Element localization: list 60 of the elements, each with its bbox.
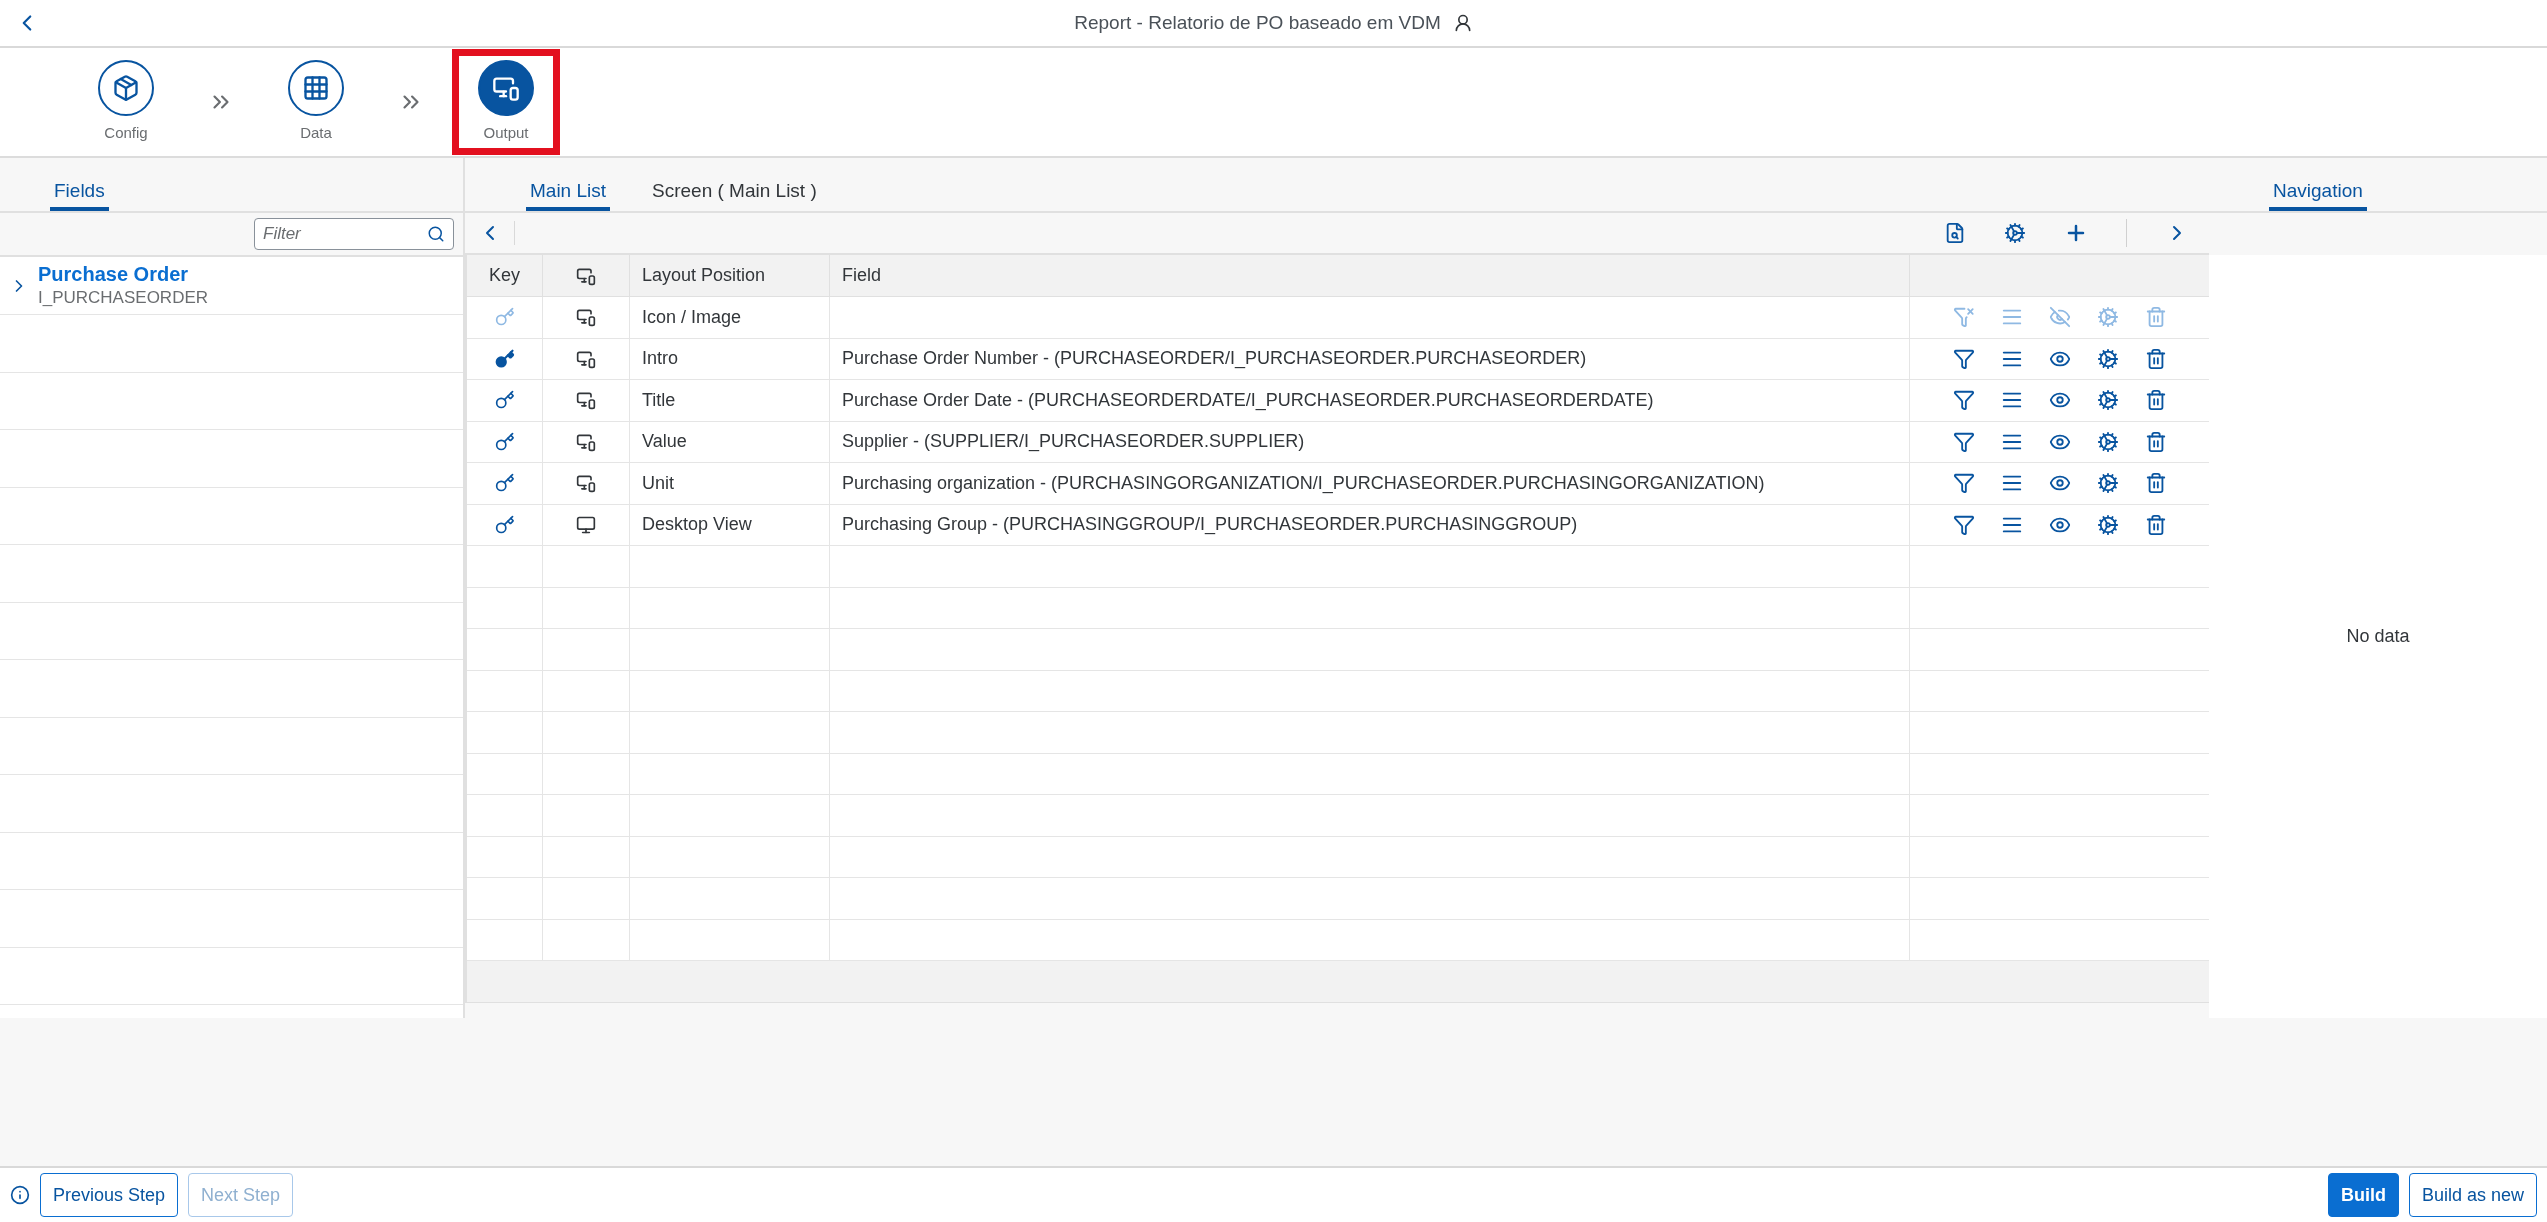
settings-icon[interactable] bbox=[2096, 513, 2119, 536]
table-cell-text: Purchase Order Date - (PURCHASEORDERDATE/I_PURCHASEORDER.PURCHASEORDERDATE) bbox=[842, 388, 1654, 413]
footer-button[interactable]: Build bbox=[2327, 1173, 2399, 1217]
tab[interactable]: Navigation bbox=[2269, 174, 2367, 211]
table-row[interactable]: Title Purchase Order Date - (PURCHASEORDERDATE/I_PURCHASEORDER.PURCHASEORDERDATE) bbox=[467, 380, 2209, 422]
key-icon[interactable] bbox=[494, 348, 515, 369]
tab[interactable]: Screen ( Main List ) bbox=[648, 175, 821, 211]
tab[interactable]: Main List bbox=[526, 175, 611, 211]
filter-icon[interactable] bbox=[1952, 389, 1975, 412]
table-cell-text: Supplier - (SUPPLIER/I_PURCHASEORDER.SUPPLIER) bbox=[842, 430, 1305, 454]
table-cell-text: Purchase Order Number - (PURCHASEORDER/I_PURCHASEORDER.PURCHASEORDER) bbox=[842, 347, 1587, 371]
key-icon[interactable] bbox=[494, 473, 515, 494]
column-header: Field bbox=[830, 255, 1910, 296]
user-icon[interactable] bbox=[1452, 13, 1473, 33]
trash-icon[interactable] bbox=[2144, 389, 2167, 412]
tree-item-subtitle: I_PURCHASEORDER bbox=[38, 287, 209, 309]
filter-icon[interactable] bbox=[1952, 430, 1975, 453]
filter-field[interactable]: Filter bbox=[254, 218, 454, 250]
tab[interactable]: Fields bbox=[50, 175, 109, 211]
trash-icon[interactable] bbox=[2144, 472, 2167, 495]
settings-icon[interactable] bbox=[2096, 389, 2119, 412]
table-cell-text: Desktop View bbox=[642, 513, 752, 537]
settings-icon[interactable] bbox=[2096, 430, 2119, 453]
filter-icon[interactable] bbox=[1952, 472, 1975, 495]
key-icon[interactable] bbox=[494, 431, 515, 452]
footer-button[interactable]: Build as new bbox=[2408, 1173, 2537, 1217]
empty-message: No data bbox=[2346, 624, 2410, 648]
trash-icon[interactable] bbox=[2144, 513, 2167, 536]
table-cell-text: Value bbox=[642, 430, 687, 454]
table-cell-text: Unit bbox=[642, 471, 674, 495]
table-cell-text: Purchasing Group - (PURCHASINGGROUP/I_PURCHASEORDER.PURCHASINGGROUP) bbox=[842, 513, 1578, 537]
settings-icon[interactable] bbox=[2004, 222, 2026, 244]
table-row[interactable]: Unit Purchasing organization - (PURCHASINGORGANIZATION/I_PURCHASEORDER.PURCHASINGORGANIZATION) bbox=[467, 463, 2209, 505]
document-search-icon[interactable] bbox=[1944, 222, 1966, 244]
key-icon[interactable] bbox=[494, 514, 515, 535]
table-cell-text: Icon / Image bbox=[642, 305, 742, 329]
trash-icon[interactable] bbox=[2144, 430, 2167, 453]
cube-icon bbox=[112, 73, 140, 102]
settings-icon[interactable] bbox=[2096, 472, 2119, 495]
footer-button[interactable]: Previous Step bbox=[40, 1173, 179, 1217]
table-row[interactable]: Intro Purchase Order Number - (PURCHASEORDER/I_PURCHASEORDER.PURCHASEORDER) bbox=[467, 338, 2209, 380]
search-icon[interactable] bbox=[427, 225, 445, 243]
tree-item-title: Purchase Order bbox=[38, 262, 190, 288]
grid-icon bbox=[302, 73, 330, 102]
table-row[interactable]: Value Supplier - (SUPPLIER/I_PURCHASEORDER.SUPPLIER) bbox=[467, 421, 2209, 463]
tree-item[interactable]: Purchase Order I_PURCHASEORDER bbox=[0, 257, 463, 315]
trash-icon[interactable] bbox=[2144, 347, 2167, 370]
table-cell-text: Purchasing organization - (PURCHASINGORGANIZATION/I_PURCHASEORDER.PURCHASINGORGANIZATION) bbox=[842, 471, 1765, 496]
column-header: Layout Position bbox=[630, 255, 830, 296]
table-cell-text: Intro bbox=[642, 347, 679, 371]
key-icon[interactable] bbox=[494, 390, 515, 411]
filter-icon[interactable] bbox=[1952, 347, 1975, 370]
table-cell-text: Title bbox=[642, 388, 676, 412]
table-row[interactable]: Desktop View Purchasing Group - (PURCHASINGGROUP/I_PURCHASEORDER.PURCHASINGGROUP) bbox=[467, 504, 2209, 546]
info-icon[interactable] bbox=[10, 1185, 30, 1205]
settings-icon[interactable] bbox=[2096, 347, 2119, 370]
page-title: Report - Relatorio de PO baseado em VDM bbox=[1074, 10, 1441, 35]
filter-input[interactable]: Filter bbox=[263, 221, 427, 247]
filter-icon[interactable] bbox=[1952, 513, 1975, 536]
column-header: Key bbox=[467, 255, 543, 296]
